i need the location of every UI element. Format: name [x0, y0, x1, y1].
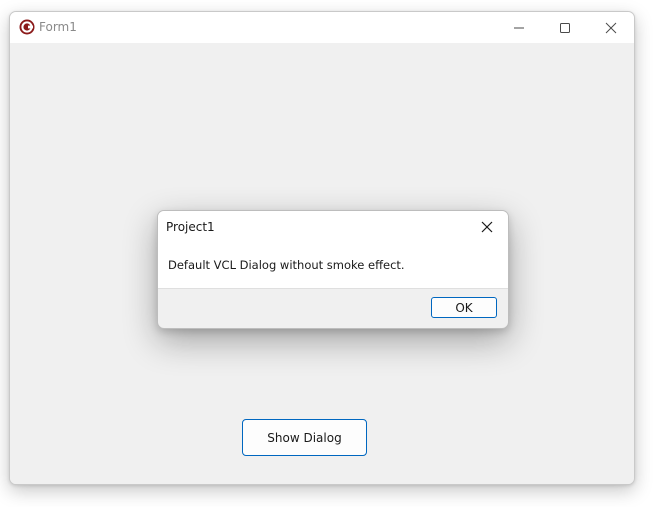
dialog-content-area: Project1 Default VCL Dialog without smok… [158, 211, 508, 289]
title-bar[interactable]: Form1 [10, 12, 634, 43]
minimize-icon [514, 27, 524, 28]
dialog-title: Project1 [166, 220, 215, 234]
close-icon [481, 221, 493, 233]
dialog-message: Default VCL Dialog without smoke effect. [168, 258, 405, 272]
maximize-button[interactable] [542, 12, 588, 43]
minimize-button[interactable] [496, 12, 542, 43]
close-button[interactable] [588, 12, 634, 43]
message-dialog: Project1 Default VCL Dialog without smok… [157, 210, 509, 329]
window-title: Form1 [39, 20, 77, 34]
ok-button[interactable]: OK [431, 297, 497, 318]
maximize-icon [560, 22, 570, 33]
show-dialog-button[interactable]: Show Dialog [242, 419, 367, 456]
dialog-close-button[interactable] [476, 217, 498, 237]
app-c-icon [19, 19, 35, 35]
close-icon [605, 22, 617, 33]
